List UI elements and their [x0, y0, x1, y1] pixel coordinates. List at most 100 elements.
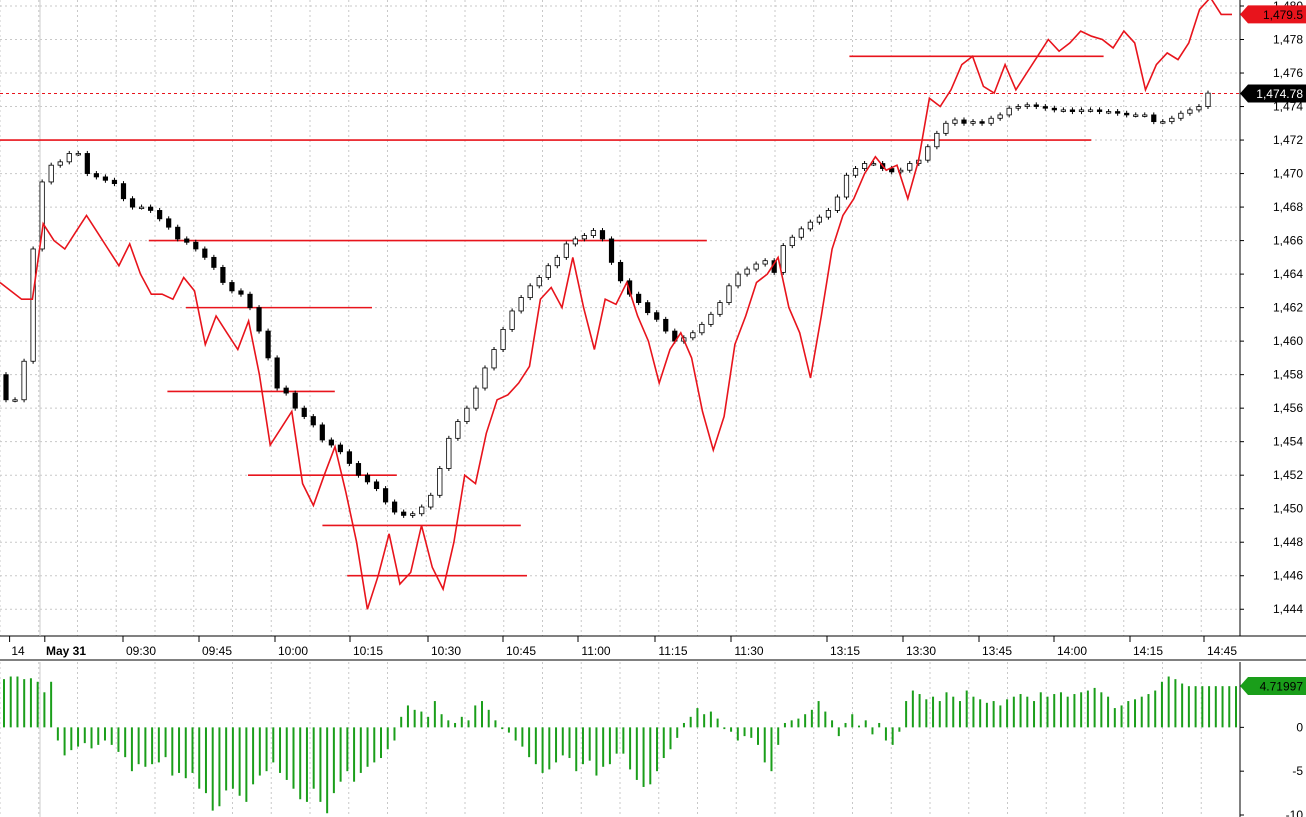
candle-body [825, 210, 832, 218]
candle-body [166, 218, 172, 228]
candle-body [518, 297, 524, 312]
y-tick-label: 1,456 [1273, 401, 1303, 415]
candle-body [1142, 114, 1148, 117]
candle-body [446, 437, 452, 469]
candle-body [735, 273, 741, 287]
candle-body [961, 119, 967, 124]
osc-tick-label: -10 [1286, 808, 1304, 817]
x-tick-label: 09:30 [126, 644, 156, 658]
candle-body [102, 176, 109, 181]
osc-tick-label: 0 [1296, 720, 1303, 734]
y-tick-label: 1,452 [1273, 468, 1303, 482]
candle-body [3, 374, 9, 401]
candle-body [717, 302, 723, 315]
candlestick-series [3, 90, 1211, 518]
candle-body [193, 241, 199, 250]
price-marker: 1,479.5 [1240, 5, 1306, 24]
x-tick-label: 09:45 [202, 644, 232, 658]
candle-body [726, 285, 732, 303]
candle-body [337, 444, 343, 453]
y-tick-label: 1,446 [1273, 569, 1303, 583]
candle-body [138, 206, 145, 209]
candle-body [310, 416, 316, 426]
candle-body [979, 121, 985, 124]
candle-body [1051, 107, 1057, 111]
candle-body [753, 263, 759, 270]
x-tick-label: 13:30 [906, 644, 936, 658]
candle-body [1124, 112, 1130, 116]
x-tick-label: 11:15 [658, 644, 687, 658]
x-tick-label: 10:00 [278, 644, 308, 658]
y-tick-label: 1,478 [1273, 33, 1303, 47]
candle-body [997, 114, 1003, 119]
candle-body [93, 173, 99, 178]
y-tick-label: 1,468 [1273, 200, 1303, 214]
y-tick-label: 1,450 [1273, 502, 1303, 516]
candle-body [175, 226, 181, 240]
candle-body [66, 153, 72, 163]
candle-body [527, 285, 533, 298]
candle-body [1196, 106, 1202, 111]
candle-body [265, 330, 271, 359]
y-tick-label: 1,448 [1273, 535, 1303, 549]
x-tick-label: 14 [11, 644, 25, 658]
y-tick-label: 1,444 [1273, 602, 1303, 616]
candle-body [1169, 117, 1175, 123]
candle-body [636, 293, 642, 303]
price-markers: 1,479.5 1,474.78 [1240, 5, 1306, 103]
candle-body [410, 513, 416, 516]
candle-body [437, 468, 443, 496]
candle-body [1015, 106, 1021, 109]
candle-body [563, 243, 569, 258]
candle-body [229, 282, 235, 292]
chart-canvas: 1,444 1,446 1,448 1,450 1,452 1,454 1,456 1,458… [0, 0, 1306, 817]
x-tick-label: 10:30 [431, 644, 461, 658]
candle-body [1024, 104, 1030, 107]
candle-body [473, 387, 479, 409]
oscillator-marker-label: 4.71997 [1260, 679, 1304, 693]
candle-body [428, 494, 434, 508]
candle-body [925, 146, 931, 161]
y-tick-label: 1,458 [1273, 368, 1303, 382]
candle-body [211, 256, 217, 268]
candle-body [590, 230, 597, 236]
candle-body [301, 407, 307, 417]
x-tick-label: 14:45 [1207, 644, 1237, 658]
candle-body [111, 179, 118, 185]
candle-body [581, 235, 588, 240]
candle-body [21, 360, 27, 401]
candle-body [274, 357, 280, 389]
candle-body [744, 268, 750, 275]
candle-body [843, 174, 850, 198]
candle-body [816, 216, 822, 223]
candle-body [861, 163, 868, 169]
candle-body [346, 451, 353, 464]
candle-body [572, 238, 578, 245]
y-tick-label: 1,460 [1273, 334, 1303, 348]
candle-body [1105, 111, 1112, 114]
candle-body [1069, 109, 1076, 112]
candle-body [184, 238, 190, 243]
candle-body [12, 399, 18, 402]
candle-body [834, 196, 841, 211]
candle-body [500, 329, 506, 350]
candle-body [599, 230, 606, 240]
candle-body [988, 117, 994, 124]
oscillator-y-axis: 0 -5 -10 4.71997 [1240, 676, 1306, 817]
candle-body [328, 439, 334, 446]
candle-body [1087, 109, 1094, 112]
candle-body [690, 332, 696, 339]
x-tick-label: 13:45 [982, 644, 1012, 658]
candle-body [401, 511, 407, 516]
candle-body [852, 168, 859, 176]
x-tick-label: 14:15 [1133, 644, 1163, 658]
y-tick-label: 1,462 [1273, 301, 1303, 315]
candle-body [148, 206, 154, 211]
y-tick-label: 1,466 [1273, 234, 1303, 248]
candle-body [1151, 114, 1157, 123]
candle-body [238, 290, 244, 295]
candle-body [283, 387, 289, 394]
candle-body [934, 132, 940, 148]
candle-body [364, 474, 371, 483]
x-tick-label: 13:15 [830, 644, 860, 658]
